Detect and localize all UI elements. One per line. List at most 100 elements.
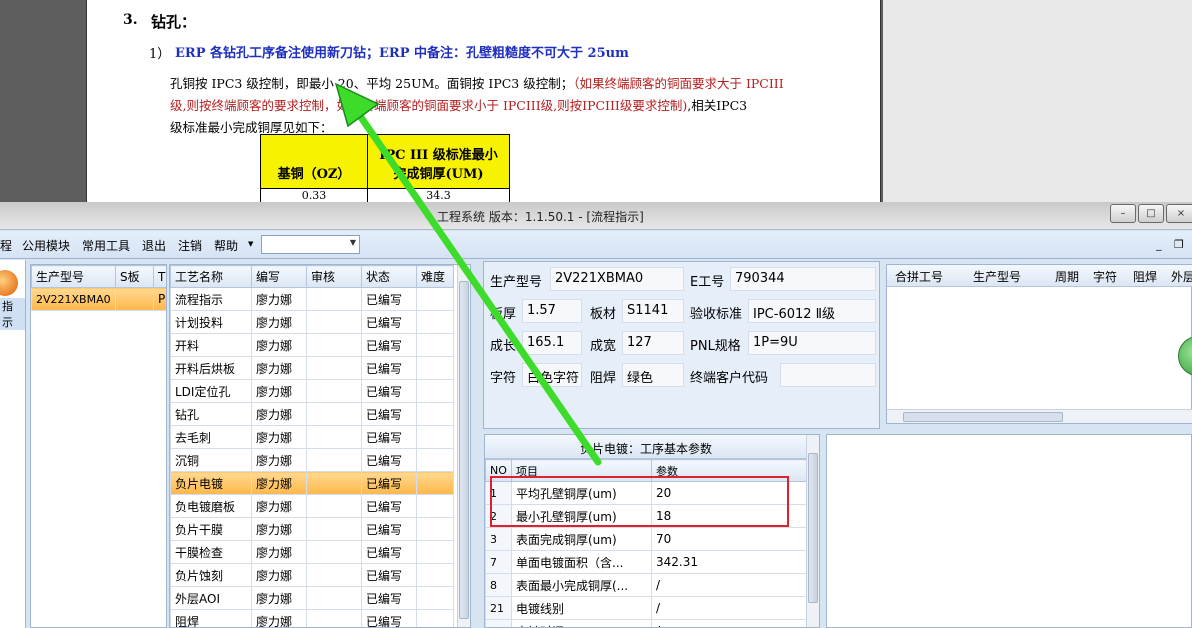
product-cell[interactable] <box>115 287 154 311</box>
process-cell[interactable]: 已编写 <box>361 494 417 518</box>
params-cell-value[interactable]: 342.31 <box>651 550 808 574</box>
process-cell[interactable] <box>306 379 362 403</box>
process-cell[interactable] <box>416 563 454 587</box>
product-cell[interactable]: P <box>153 287 166 311</box>
params-cell-value[interactable]: 70 <box>651 527 808 551</box>
mdi-restore-button[interactable]: ❐ <box>1174 238 1184 251</box>
process-cell[interactable]: 廖力娜 <box>251 586 307 610</box>
process-cell[interactable] <box>416 379 454 403</box>
field-acceptance[interactable]: IPC-6012 Ⅱ级 <box>748 299 876 323</box>
process-cell[interactable] <box>306 448 362 472</box>
field-customer-code[interactable] <box>780 363 876 387</box>
params-grid-scrollbar[interactable] <box>806 435 819 627</box>
process-cell[interactable] <box>306 402 362 426</box>
process-cell[interactable]: 已编写 <box>361 471 417 495</box>
params-grid-scroll-thumb[interactable] <box>808 453 818 603</box>
product-col-t[interactable]: T <box>153 265 166 288</box>
maximize-button[interactable]: □ <box>1138 204 1164 223</box>
process-cell[interactable]: 廖力娜 <box>251 471 307 495</box>
process-cell[interactable]: 已编写 <box>361 540 417 564</box>
params-cell-item[interactable]: 单面电镀面积（含... <box>511 550 652 574</box>
process-cell[interactable]: 负片电镀 <box>170 471 252 495</box>
process-row[interactable]: 计划投料 廖力娜 已编写 <box>170 310 454 334</box>
process-row[interactable]: 开料后烘板 廖力娜 已编写 <box>170 356 454 380</box>
process-cell[interactable] <box>306 287 362 311</box>
product-cell[interactable]: 2V221XBMA0 <box>31 287 116 311</box>
params-cell-item[interactable]: 表面最小完成铜厚(... <box>511 573 652 597</box>
process-cell[interactable]: 廖力娜 <box>251 494 307 518</box>
params-row[interactable]: 21 电镀线别 / <box>485 596 808 620</box>
process-cell[interactable]: 阻焊 <box>170 609 252 627</box>
params-row[interactable]: 7 单面电镀面积（含... 342.31 <box>485 550 808 574</box>
product-col-s[interactable]: S板 <box>115 265 154 288</box>
process-cell[interactable]: 去毛刺 <box>170 425 252 449</box>
process-cell[interactable] <box>306 425 362 449</box>
product-col-model[interactable]: 生产型号 <box>31 265 116 288</box>
process-cell[interactable] <box>306 563 362 587</box>
process-cell[interactable]: 廖力娜 <box>251 517 307 541</box>
process-cell[interactable]: 已编写 <box>361 586 417 610</box>
process-row[interactable]: 负片电镀 廖力娜 已编写 <box>170 471 454 495</box>
process-cell[interactable] <box>416 333 454 357</box>
process-cell[interactable] <box>306 356 362 380</box>
menu-item-logout[interactable]: 注销 <box>178 237 202 254</box>
menu-item-common-tools[interactable]: 常用工具 <box>82 237 130 254</box>
process-row[interactable]: 负电镀磨板 廖力娜 已编写 <box>170 494 454 518</box>
menu-item-process[interactable]: 程 <box>0 237 12 254</box>
process-cell[interactable] <box>306 471 362 495</box>
params-row[interactable]: 8 表面最小完成铜厚(... / <box>485 573 808 597</box>
field-e-number[interactable]: 790344 <box>730 267 876 291</box>
params-cell-no[interactable]: 8 <box>485 573 512 597</box>
combined-jobs-scrollbar[interactable] <box>887 409 1192 423</box>
field-solder-mask[interactable]: 绿色 <box>622 363 684 387</box>
pin-col-character[interactable]: 字符 <box>1093 268 1117 285</box>
pin-col-outer[interactable]: 外层 <box>1171 268 1192 285</box>
process-cell[interactable]: 已编写 <box>361 609 417 627</box>
process-row[interactable]: 阻焊 廖力娜 已编写 <box>170 609 454 627</box>
process-row[interactable]: LDI定位孔 廖力娜 已编写 <box>170 379 454 403</box>
process-row[interactable]: 外层AOI 廖力娜 已编写 <box>170 586 454 610</box>
process-cell[interactable]: 廖力娜 <box>251 540 307 564</box>
process-cell[interactable]: 已编写 <box>361 287 417 311</box>
menu-combo-box[interactable]: ▼ <box>261 235 360 254</box>
process-col-review[interactable]: 审核 <box>306 265 362 288</box>
process-grid-scroll-thumb[interactable] <box>459 281 469 619</box>
product-row[interactable]: 2V221XBMA0 P <box>31 287 166 311</box>
pin-col-period[interactable]: 周期 <box>1055 268 1079 285</box>
process-row[interactable]: 沉铜 廖力娜 已编写 <box>170 448 454 472</box>
process-cell[interactable]: 已编写 <box>361 310 417 334</box>
params-cell-value[interactable]: / <box>651 619 808 627</box>
process-indicator-icon[interactable] <box>0 270 18 296</box>
process-cell[interactable]: 已编写 <box>361 517 417 541</box>
pin-col-mask[interactable]: 阻焊 <box>1133 268 1157 285</box>
process-cell[interactable] <box>306 517 362 541</box>
process-cell[interactable]: 廖力娜 <box>251 563 307 587</box>
process-cell[interactable] <box>416 540 454 564</box>
params-cell-value[interactable]: / <box>651 573 808 597</box>
process-cell[interactable] <box>306 540 362 564</box>
field-material[interactable]: S1141 <box>622 299 684 323</box>
help-dropdown-icon[interactable]: ▼ <box>248 240 253 248</box>
process-cell[interactable]: 开料后烘板 <box>170 356 252 380</box>
params-cell-no[interactable]: 3 <box>485 527 512 551</box>
process-cell[interactable]: 已编写 <box>361 448 417 472</box>
process-cell[interactable] <box>416 494 454 518</box>
process-cell[interactable]: 廖力娜 <box>251 310 307 334</box>
process-cell[interactable]: 沉铜 <box>170 448 252 472</box>
process-cell[interactable] <box>416 287 454 311</box>
minimize-button[interactable]: – <box>1110 204 1136 223</box>
process-cell[interactable] <box>416 471 454 495</box>
process-cell[interactable]: 开料 <box>170 333 252 357</box>
process-cell[interactable]: 已编写 <box>361 333 417 357</box>
process-col-author[interactable]: 编写 <box>251 265 307 288</box>
combined-jobs-scroll-thumb[interactable] <box>903 412 1063 422</box>
field-length[interactable]: 165.1 <box>522 331 582 355</box>
process-cell[interactable]: 廖力娜 <box>251 356 307 380</box>
process-col-status[interactable]: 状态 <box>361 265 417 288</box>
process-cell[interactable]: 廖力娜 <box>251 609 307 627</box>
process-cell[interactable]: 负片蚀刻 <box>170 563 252 587</box>
chevron-down-icon[interactable]: ▼ <box>350 238 356 247</box>
process-cell[interactable]: 廖力娜 <box>251 402 307 426</box>
process-grid-scrollbar[interactable] <box>457 265 470 627</box>
process-cell[interactable] <box>416 310 454 334</box>
